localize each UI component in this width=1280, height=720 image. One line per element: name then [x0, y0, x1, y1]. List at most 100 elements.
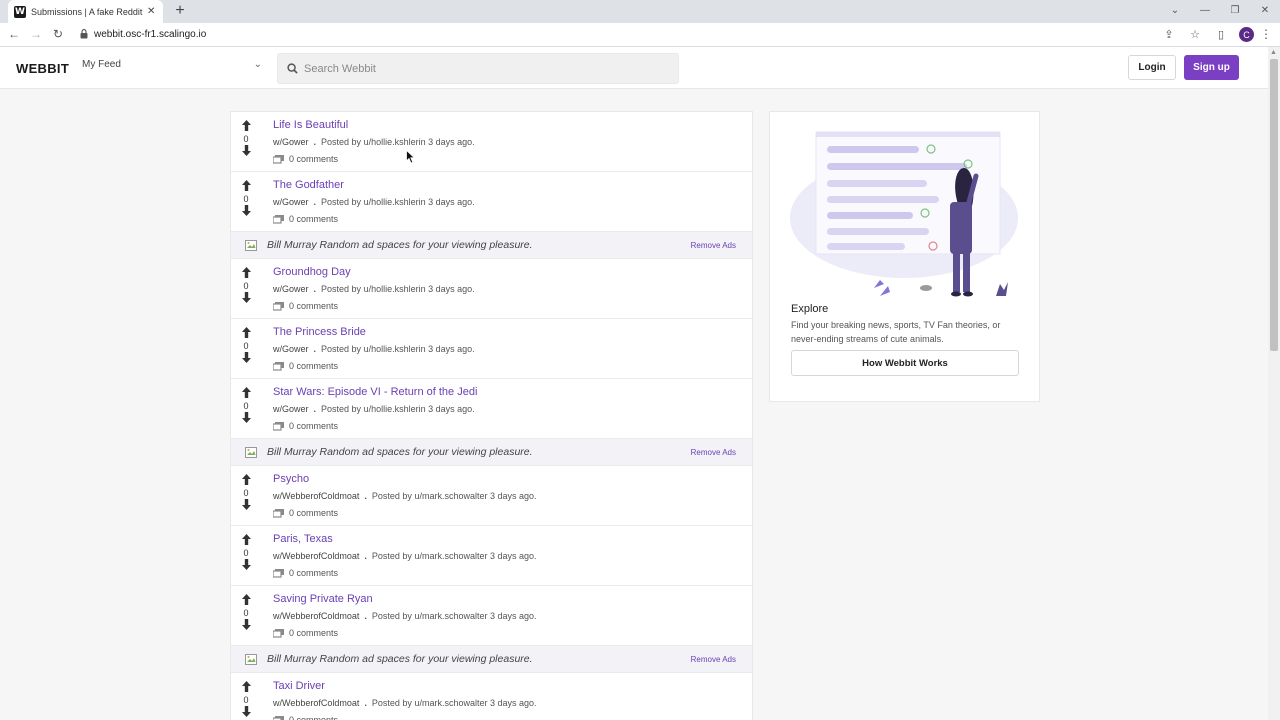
post-title-link[interactable]: Psycho	[273, 473, 309, 485]
search-bar[interactable]	[277, 53, 679, 84]
downvote-icon[interactable]	[239, 145, 253, 158]
author-link[interactable]: u/mark.schowalter	[414, 698, 487, 708]
post-item: 0 Psycho w/WebberofColdmoat. Posted by u/…	[231, 466, 752, 526]
signup-button[interactable]: Sign up	[1184, 55, 1239, 80]
downvote-icon[interactable]	[239, 205, 253, 218]
remove-ads-link[interactable]: Remove Ads	[691, 655, 736, 664]
post-title-link[interactable]: The Princess Bride	[273, 326, 366, 338]
vote-controls: 0	[239, 474, 253, 512]
login-button[interactable]: Login	[1128, 55, 1176, 80]
feed-dropdown[interactable]: My Feed ⌄	[82, 59, 262, 75]
profile-avatar[interactable]: C	[1239, 27, 1254, 42]
post-title-link[interactable]: Taxi Driver	[273, 680, 325, 692]
author-link[interactable]: u/hollie.kshlerin	[364, 284, 426, 294]
window-controls: ⌄ — ❐ ✕	[1160, 0, 1280, 23]
post-title-link[interactable]: Paris, Texas	[273, 533, 333, 545]
upvote-icon[interactable]	[239, 681, 253, 694]
post-meta: w/Gower. Posted by u/hollie.kshlerin 3 da…	[273, 137, 475, 147]
community-link[interactable]: w/Gower	[273, 404, 309, 414]
comments-link[interactable]: 0 comments	[273, 508, 338, 518]
forward-icon[interactable]: →	[28, 27, 44, 41]
browser-menu-icon[interactable]: ⋮	[1260, 27, 1272, 41]
remove-ads-link[interactable]: Remove Ads	[691, 448, 736, 457]
window-close-icon[interactable]: ✕	[1250, 0, 1280, 23]
post-title-link[interactable]: Life Is Beautiful	[273, 119, 348, 131]
author-link[interactable]: u/hollie.kshlerin	[364, 137, 426, 147]
meta-separator: .	[313, 404, 317, 414]
minimize-icon[interactable]: —	[1190, 0, 1220, 23]
post-title-link[interactable]: Saving Private Ryan	[273, 593, 373, 605]
community-link[interactable]: w/Gower	[273, 137, 309, 147]
scrollbar-thumb[interactable]	[1270, 59, 1278, 351]
ad-banner: Bill Murray Random ad spaces for your vi…	[231, 232, 752, 259]
scroll-up-icon[interactable]: ▲	[1270, 49, 1277, 56]
upvote-icon[interactable]	[239, 534, 253, 547]
remove-ads-link[interactable]: Remove Ads	[691, 241, 736, 250]
post-time: 3 days ago.	[428, 284, 475, 294]
upvote-icon[interactable]	[239, 594, 253, 607]
downvote-icon[interactable]	[239, 706, 253, 719]
upvote-icon[interactable]	[239, 267, 253, 280]
lock-icon[interactable]	[80, 29, 88, 39]
upvote-icon[interactable]	[239, 120, 253, 133]
downvote-icon[interactable]	[239, 412, 253, 425]
back-icon[interactable]: ←	[6, 27, 22, 41]
downvote-icon[interactable]	[239, 292, 253, 305]
author-link[interactable]: u/mark.schowalter	[414, 491, 487, 501]
community-link[interactable]: w/WebberofColdmoat	[273, 611, 359, 621]
post-item: 0 The Princess Bride w/Gower. Posted by u…	[231, 319, 752, 379]
webbit-logo[interactable]: WEBBIT	[16, 61, 69, 76]
post-time: 3 days ago.	[489, 698, 537, 708]
tab-close-icon[interactable]: ✕	[147, 6, 155, 17]
downvote-icon[interactable]	[239, 499, 253, 512]
browser-tab[interactable]: W Submissions | A fake Reddit clone ✕	[8, 0, 163, 23]
post-title-link[interactable]: Groundhog Day	[273, 266, 351, 278]
upvote-icon[interactable]	[239, 387, 253, 400]
author-link[interactable]: u/mark.schowalter	[414, 551, 487, 561]
search-input[interactable]	[304, 60, 664, 78]
share-icon[interactable]: ⇪	[1161, 28, 1177, 41]
author-link[interactable]: u/hollie.kshlerin	[364, 404, 426, 414]
community-link[interactable]: w/Gower	[273, 197, 309, 207]
side-panel-icon[interactable]: ▯	[1213, 28, 1229, 41]
reload-icon[interactable]: ↻	[50, 27, 66, 41]
downvote-icon[interactable]	[239, 559, 253, 572]
community-link[interactable]: w/Gower	[273, 284, 309, 294]
author-link[interactable]: u/hollie.kshlerin	[364, 344, 426, 354]
posted-by-prefix: Posted by	[371, 491, 412, 501]
downvote-icon[interactable]	[239, 619, 253, 632]
page-scrollbar[interactable]: ▲	[1268, 47, 1280, 720]
meta-separator: .	[364, 611, 367, 621]
comments-link[interactable]: 0 comments	[273, 301, 338, 311]
community-link[interactable]: w/WebberofColdmoat	[273, 698, 359, 708]
community-link[interactable]: w/WebberofColdmoat	[273, 491, 359, 501]
comments-link[interactable]: 0 comments	[273, 361, 338, 371]
comments-link[interactable]: 0 comments	[273, 715, 338, 720]
downvote-icon[interactable]	[239, 352, 253, 365]
explore-description: Find your breaking news, sports, TV Fan …	[791, 320, 1001, 344]
upvote-icon[interactable]	[239, 180, 253, 193]
broken-image-icon	[245, 654, 257, 665]
post-item: 0 Star Wars: Episode VI - Return of the …	[231, 379, 752, 439]
community-link[interactable]: w/WebberofColdmoat	[273, 551, 359, 561]
upvote-icon[interactable]	[239, 327, 253, 340]
post-title-link[interactable]: The Godfather	[273, 179, 344, 191]
new-tab-icon[interactable]: +	[172, 2, 188, 20]
author-link[interactable]: u/mark.schowalter	[414, 611, 487, 621]
comments-link[interactable]: 0 comments	[273, 154, 338, 164]
comment-icon	[273, 715, 284, 720]
author-link[interactable]: u/hollie.kshlerin	[364, 197, 426, 207]
post-title-link[interactable]: Star Wars: Episode VI - Return of the Je…	[273, 386, 477, 398]
comments-link[interactable]: 0 comments	[273, 421, 338, 431]
comments-link[interactable]: 0 comments	[273, 214, 338, 224]
restore-icon[interactable]: ❐	[1220, 0, 1250, 23]
comments-link[interactable]: 0 comments	[273, 628, 338, 638]
tab-search-icon[interactable]: ⌄	[1160, 0, 1190, 23]
how-webbit-works-button[interactable]: How Webbit Works	[791, 350, 1019, 376]
bookmark-star-icon[interactable]: ☆	[1187, 28, 1203, 41]
meta-separator: .	[313, 344, 317, 354]
comments-link[interactable]: 0 comments	[273, 568, 338, 578]
community-link[interactable]: w/Gower	[273, 344, 309, 354]
url-text[interactable]: webbit.osc-fr1.scalingo.io	[94, 29, 206, 40]
upvote-icon[interactable]	[239, 474, 253, 487]
